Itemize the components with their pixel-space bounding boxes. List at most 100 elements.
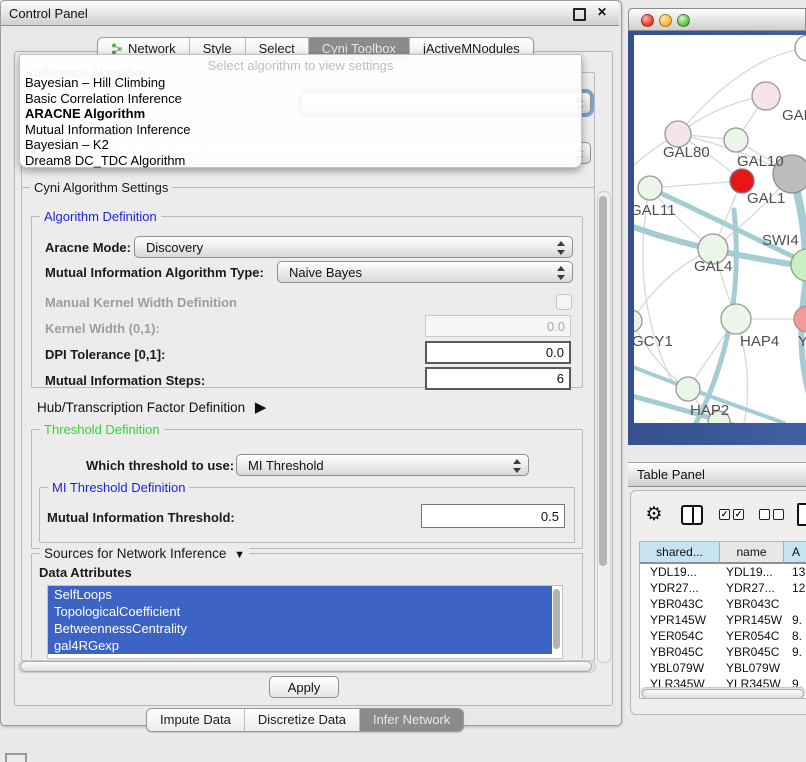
cell-name: YDR27...: [720, 580, 784, 596]
node[interactable]: [634, 310, 642, 332]
tab-discretize-data[interactable]: Discretize Data: [244, 709, 359, 731]
aracne-mode-combo[interactable]: Discovery: [134, 236, 573, 258]
node[interactable]: [752, 82, 780, 110]
table-row[interactable]: YDL19...YDL19...13: [640, 564, 806, 580]
settings-vertical-scrollbar[interactable]: [597, 191, 611, 663]
algorithm-option[interactable]: Mutual Information Inference: [20, 122, 581, 138]
unchecked-box-icon: [759, 509, 770, 520]
network-view-window: GAL GAL80 GAL10 GAL1 GAL11 GAL4 SWI4 GCY…: [628, 8, 806, 445]
unchecked-box-icon: [773, 509, 784, 520]
table-panel-titlebar[interactable]: Table Panel: [628, 462, 806, 487]
cell-shared-name: YPR145W: [640, 612, 720, 628]
node-label: GAL10: [737, 153, 784, 170]
float-icon[interactable]: [573, 8, 586, 21]
table-row[interactable]: YDR27...YDR27...12: [640, 580, 806, 596]
cell-value: 12: [784, 580, 806, 596]
cell-shared-name: YBR043C: [640, 596, 720, 612]
cell-name: YDL19...: [720, 564, 784, 580]
close-icon[interactable]: ✕: [597, 5, 607, 19]
mi-threshold-field[interactable]: 0.5: [421, 504, 565, 528]
hub-definition-label: Hub/Transcription Factor Definition: [37, 400, 245, 415]
algorithm-option[interactable]: Bayesian – K2: [20, 137, 581, 153]
node[interactable]: [676, 377, 700, 401]
combo-arrows-icon: [556, 266, 564, 280]
cell-shared-name: YER054C: [640, 628, 720, 644]
column-header-partial[interactable]: A: [784, 542, 806, 564]
tab-impute-data-label: Impute Data: [160, 709, 231, 731]
network-window-titlebar[interactable]: [628, 8, 806, 31]
manual-kernel-width-label: Manual Kernel Width Definition: [45, 295, 237, 310]
node[interactable]: [724, 128, 748, 152]
hub-definition-toggle[interactable]: Hub/Transcription Factor Definition ▶: [37, 398, 266, 416]
window-minimize-button[interactable]: [659, 14, 672, 27]
cell-value: [784, 596, 806, 612]
table-horizontal-scrollbar-thumb[interactable]: [642, 689, 804, 699]
table-settings-button[interactable]: ⚙: [643, 503, 665, 525]
sources-group-toggle[interactable]: Sources for Network Inference ▼: [40, 546, 249, 561]
mi-steps-field[interactable]: 6: [425, 367, 571, 390]
combo-arrows-icon: [556, 241, 564, 255]
table-row[interactable]: YPR145WYPR145W9.: [640, 612, 806, 628]
algorithm-option[interactable]: Dream8 DC_TDC Algorithm: [20, 153, 581, 169]
settings-horizontal-scrollbar[interactable]: [18, 660, 596, 673]
mi-algorithm-type-value: Naive Bayes: [289, 265, 362, 280]
export-table-button[interactable]: [797, 503, 806, 526]
which-threshold-combo[interactable]: MI Threshold: [236, 454, 529, 476]
data-attributes-label: Data Attributes: [39, 565, 132, 580]
table-row[interactable]: YBR043CYBR043C: [640, 596, 806, 612]
node-label: GAL: [782, 107, 806, 124]
network-canvas[interactable]: GAL GAL80 GAL10 GAL1 GAL11 GAL4 SWI4 GCY…: [634, 35, 806, 423]
column-header-name[interactable]: name: [720, 542, 784, 564]
sources-group-title: Sources for Network Inference: [44, 546, 226, 561]
table-row[interactable]: YBR045CYBR045C9.: [640, 644, 806, 660]
algorithm-option-selected[interactable]: ARACNE Algorithm: [20, 106, 581, 122]
apply-button[interactable]: Apply: [269, 676, 339, 698]
deselect-all-columns-button[interactable]: [759, 509, 784, 520]
node[interactable]: [791, 249, 806, 281]
which-threshold-label: Which threshold to use:: [86, 458, 234, 473]
tab-infer-network[interactable]: Infer Network: [359, 709, 463, 731]
attribute-item[interactable]: gal4RGexp: [48, 637, 552, 654]
attribute-item[interactable]: TopologicalCoefficient: [48, 603, 552, 620]
algorithm-option[interactable]: Basic Correlation Inference: [20, 91, 581, 107]
split-panel-button[interactable]: [681, 505, 703, 525]
cell-name: YPR145W: [720, 612, 784, 628]
node[interactable]: [795, 35, 806, 61]
node[interactable]: [794, 306, 806, 332]
column-header-shared-name[interactable]: shared...: [640, 542, 720, 564]
attribute-item[interactable]: BetweennessCentrality: [48, 620, 552, 637]
settings-horizontal-scrollbar-thumb[interactable]: [20, 661, 592, 672]
table-panel-body: ⚙ ✓ ✓ shared... name A YDL19...YDL19...1…: [630, 490, 806, 715]
dpi-tolerance-field[interactable]: 0.0: [425, 341, 571, 364]
attributes-scrollbar[interactable]: [553, 589, 560, 649]
control-panel-titlebar[interactable]: Control Panel ✕: [1, 1, 619, 26]
mi-algorithm-type-label: Mutual Information Algorithm Type:: [45, 265, 264, 280]
window-zoom-button[interactable]: [677, 14, 690, 27]
select-all-columns-button[interactable]: ✓ ✓: [719, 509, 744, 520]
tab-impute-data[interactable]: Impute Data: [147, 709, 244, 731]
manual-kernel-width-checkbox[interactable]: [556, 294, 572, 310]
table-row[interactable]: YBL079WYBL079W: [640, 660, 806, 676]
settings-vertical-scrollbar-thumb[interactable]: [599, 196, 607, 566]
mi-algorithm-type-combo[interactable]: Naive Bayes: [277, 261, 573, 283]
table-horizontal-scrollbar[interactable]: [640, 687, 806, 698]
minimized-panel-icon[interactable]: [5, 753, 27, 762]
cyni-algorithm-settings-title: Cyni Algorithm Settings: [30, 180, 172, 195]
node-label: HAP4: [740, 333, 779, 350]
algorithm-dropdown: Select algorithm to view settings Bayesi…: [19, 54, 582, 168]
node[interactable]: [721, 304, 751, 334]
node-label: GAL80: [663, 144, 710, 161]
screenshot-stage: Control Panel ✕ Network Style Select Cyn…: [0, 0, 806, 762]
mi-threshold-label: Mutual Information Threshold:: [47, 510, 235, 525]
node[interactable]: [638, 176, 662, 200]
table-panel-title: Table Panel: [637, 467, 705, 482]
cell-value: 8.: [784, 628, 806, 644]
kernel-width-field[interactable]: 0.0: [425, 315, 571, 337]
mi-steps-label: Mutual Information Steps:: [45, 373, 205, 388]
checked-box-icon: ✓: [733, 509, 744, 520]
window-close-button[interactable]: [641, 14, 654, 27]
table-row[interactable]: YER054CYER054C8.: [640, 628, 806, 644]
attribute-item[interactable]: SelfLoops: [48, 586, 552, 603]
algorithm-option[interactable]: Bayesian – Hill Climbing: [20, 75, 581, 91]
cell-value: 9.: [784, 644, 806, 660]
